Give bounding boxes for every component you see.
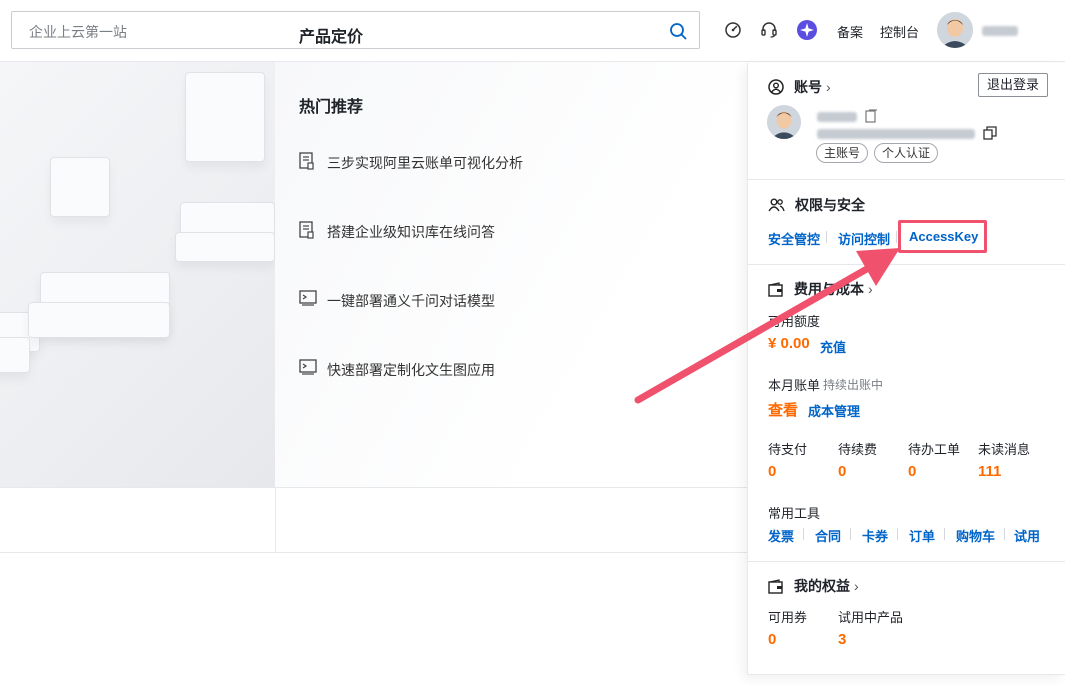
divider [748, 179, 1065, 180]
view-bill-link[interactable]: 查看 [768, 399, 798, 420]
available-label: 可用额度 [768, 314, 821, 329]
pricing-title[interactable]: 产品定价 [299, 23, 363, 47]
divider [748, 561, 1065, 562]
account-dropdown-panel: 账号 › 退出登录 主账号 个人认证 权限与安全 安全管控 访问控制 Access… [747, 63, 1065, 675]
tool-invoice-link[interactable]: 发票 [768, 526, 794, 545]
edit-icon[interactable] [865, 109, 878, 123]
top-bar: 企业上云第一站 备案 控制台 [0, 0, 1065, 62]
separator [1004, 528, 1005, 540]
separator [944, 528, 945, 540]
hot-item-label: 快速部署定制化文生图应用 [327, 362, 495, 378]
pricing-section [0, 487, 747, 553]
account-header[interactable]: 账号 › [768, 77, 831, 97]
user-avatar[interactable] [937, 12, 973, 48]
tools-label: 常用工具 [768, 506, 821, 521]
security-control-link[interactable]: 安全管控 [768, 229, 820, 248]
separator [850, 528, 851, 540]
account-title: 账号 [794, 79, 822, 95]
tag-main-account: 主账号 [816, 143, 869, 163]
username-blurred [982, 26, 1018, 36]
benefit-value-trials[interactable]: 3 [838, 631, 846, 648]
security-header: 权限与安全 [768, 195, 865, 215]
terminal-icon [299, 290, 317, 306]
cost-management-link[interactable]: 成本管理 [808, 401, 860, 420]
billing-header[interactable]: 费用与成本 › [768, 279, 873, 299]
wallet-icon [768, 282, 783, 297]
avatar-image [937, 12, 973, 48]
chevron-right-icon: › [854, 578, 859, 594]
dashboard-icon[interactable] [724, 21, 742, 39]
benefit-label: 试用中产品 [838, 610, 904, 625]
stat-label: 未读消息 [978, 442, 1031, 457]
chevron-right-icon: › [826, 79, 831, 95]
hot-title: 热门推荐 [299, 99, 364, 116]
benefit-label: 可用券 [768, 610, 808, 625]
access-control-link[interactable]: 访问控制 [838, 229, 890, 248]
tool-coupon-link[interactable]: 卡券 [862, 526, 888, 545]
stat-label: 待支付 [768, 442, 808, 457]
account-id-blurred [817, 129, 975, 139]
divider [275, 488, 276, 553]
copy-icon[interactable] [983, 126, 997, 140]
account-name-blurred [817, 112, 857, 122]
billing-title: 费用与成本 [794, 281, 864, 297]
terminal-icon [299, 359, 317, 375]
document-icon [299, 152, 314, 170]
hot-recommendations: 热门推荐 三步实现阿里云账单可视化分析 搭建企业级知识库在线问答 一键部署通义千… [275, 62, 747, 487]
user-circle-icon [768, 79, 784, 95]
panel-avatar [767, 105, 801, 139]
stat-value-pending-renewal[interactable]: 0 [838, 463, 846, 480]
hero-illustration [0, 62, 275, 487]
stat-value-pending-payment[interactable]: 0 [768, 463, 776, 480]
console-link[interactable]: 控制台 [880, 22, 919, 41]
stat-value-tickets[interactable]: 0 [908, 463, 916, 480]
logout-button[interactable]: 退出登录 [978, 73, 1048, 97]
security-title: 权限与安全 [795, 197, 865, 213]
separator [896, 231, 897, 243]
balance-value: ¥ 0.00 [768, 335, 810, 352]
hot-item-label: 一键部署通义千问对话模型 [327, 293, 495, 309]
search-input[interactable]: 企业上云第一站 [29, 22, 127, 42]
stat-label: 待办工单 [908, 442, 961, 457]
hot-item-label: 搭建企业级知识库在线问答 [327, 224, 495, 240]
separator [897, 528, 898, 540]
tool-trial-link[interactable]: 试用 [1014, 526, 1040, 545]
separator [826, 231, 827, 243]
accesskey-link[interactable]: AccessKey [909, 229, 978, 244]
hot-item-label: 三步实现阿里云账单可视化分析 [327, 155, 523, 171]
search-icon[interactable] [669, 22, 687, 40]
chevron-right-icon: › [868, 281, 873, 297]
tool-cart-link[interactable]: 购物车 [956, 526, 995, 545]
stat-value-messages[interactable]: 111 [978, 463, 1001, 480]
support-icon[interactable] [760, 21, 778, 39]
benefits-header[interactable]: 我的权益 › [768, 576, 859, 596]
wallet-icon [768, 579, 783, 594]
divider [748, 264, 1065, 265]
ai-assistant-icon[interactable] [796, 19, 818, 41]
stat-label: 待续费 [838, 442, 878, 457]
recharge-link[interactable]: 充值 [820, 337, 846, 356]
benefits-title: 我的权益 [794, 578, 850, 594]
tag-personal-verified[interactable]: 个人认证 [874, 143, 939, 163]
monthly-bill-label: 本月账单 [768, 378, 821, 393]
tool-contract-link[interactable]: 合同 [815, 526, 841, 545]
document-icon [299, 221, 314, 239]
separator [803, 528, 804, 540]
tool-order-link[interactable]: 订单 [909, 526, 935, 545]
monthly-bill-status: 持续出账中 [823, 378, 884, 392]
benefit-value-coupons[interactable]: 0 [768, 631, 776, 648]
filing-link[interactable]: 备案 [837, 22, 863, 41]
avatar-image [767, 105, 801, 139]
users-icon [768, 198, 785, 212]
